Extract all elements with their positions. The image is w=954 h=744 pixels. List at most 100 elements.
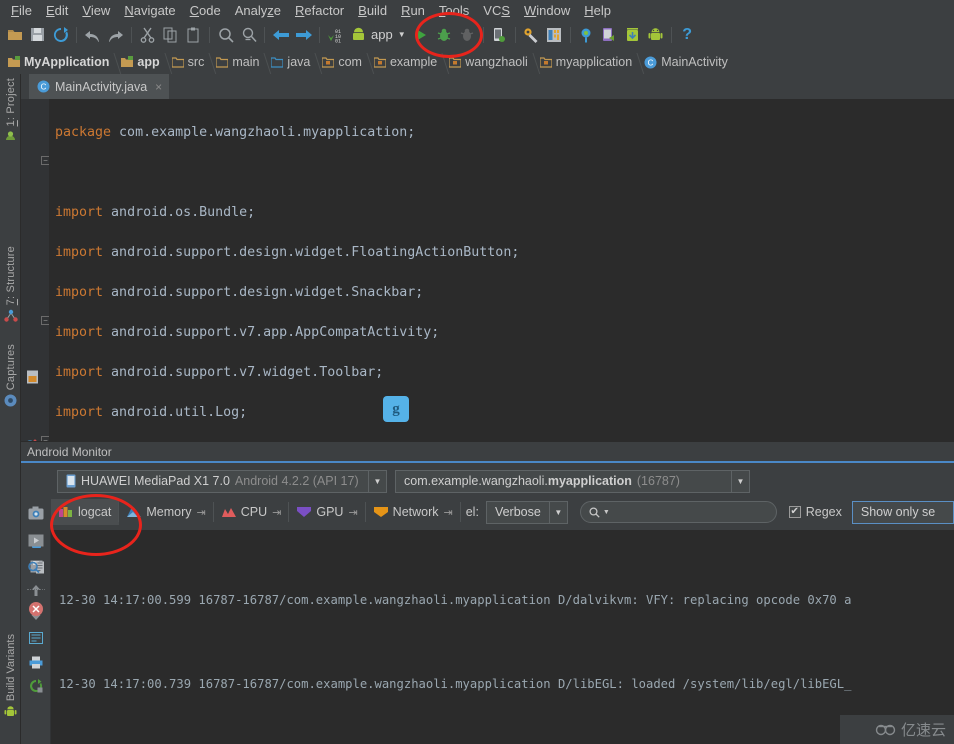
tab-cpu-label: CPU bbox=[240, 505, 268, 519]
layout-inspector-icon[interactable] bbox=[22, 554, 50, 582]
menu-tools[interactable]: Tools bbox=[432, 1, 476, 20]
search-everywhere-icon[interactable] bbox=[576, 24, 597, 45]
breadcrumb-label: wangzhaoli bbox=[465, 55, 528, 69]
chevron-down-icon[interactable]: ▼ bbox=[398, 30, 406, 39]
breadcrumb-item-mainactivity[interactable]: C MainActivity bbox=[640, 53, 736, 71]
sidebar-item-captures[interactable]: Captures bbox=[0, 344, 21, 407]
menu-code[interactable]: Code bbox=[183, 1, 228, 20]
breadcrumb-item-myapplication-pkg[interactable]: myapplication bbox=[536, 53, 640, 71]
detach-icon[interactable]: ⇥ bbox=[197, 506, 206, 519]
download-icon[interactable] bbox=[622, 24, 643, 45]
paste-icon[interactable] bbox=[183, 24, 204, 45]
sidebar-item-build-variants-label: Build Variants bbox=[4, 634, 17, 702]
project-structure-icon[interactable] bbox=[544, 24, 565, 45]
copy-icon[interactable] bbox=[160, 24, 181, 45]
menu-analyze[interactable]: Analyze bbox=[228, 1, 288, 20]
device-detail: Android 4.2.2 (API 17) bbox=[234, 474, 359, 488]
chevron-down-icon[interactable]: ▼ bbox=[603, 509, 610, 516]
menu-file[interactable]: File bbox=[4, 1, 39, 20]
menu-navigate[interactable]: Navigate bbox=[117, 1, 182, 20]
device-selector[interactable]: HUAWEI MediaPad X1 7.0 Android 4.2.2 (AP… bbox=[57, 469, 387, 493]
monitor-left-actions bbox=[22, 500, 50, 622]
menu-view[interactable]: View bbox=[75, 1, 117, 20]
process-name: com.example.wangzhaoli.myapplication bbox=[404, 474, 632, 488]
breadcrumb-item-com[interactable]: com bbox=[318, 53, 370, 71]
tab-network[interactable]: Network ⇥ bbox=[366, 499, 461, 525]
process-selector[interactable]: com.example.wangzhaoli.myapplication (16… bbox=[395, 469, 750, 493]
restart-icon[interactable] bbox=[21, 674, 51, 698]
resource-file-icon[interactable] bbox=[26, 370, 40, 384]
wrap-icon[interactable] bbox=[21, 626, 51, 650]
sync-icon[interactable] bbox=[50, 24, 71, 45]
menu-window[interactable]: Window bbox=[517, 1, 577, 20]
camera-icon[interactable] bbox=[22, 500, 50, 526]
editor-tab-mainactivity[interactable]: C MainActivity.java × bbox=[29, 74, 170, 99]
class-icon: C bbox=[644, 56, 657, 68]
replace-icon[interactable] bbox=[238, 24, 259, 45]
back-icon[interactable] bbox=[270, 24, 291, 45]
run-config-selector[interactable]: app ▼ bbox=[348, 24, 409, 45]
menu-help[interactable]: Help bbox=[577, 1, 618, 20]
regex-checkbox[interactable]: ✔ bbox=[788, 506, 801, 518]
breadcrumb-item-main[interactable]: main bbox=[212, 53, 267, 71]
sidebar-item-project[interactable]: 1: Project bbox=[0, 78, 21, 143]
screen-record-icon[interactable] bbox=[22, 526, 50, 554]
debug-icon[interactable] bbox=[434, 24, 455, 45]
logcat-output[interactable]: 12-30 14:17:00.599 16787-16787/com.examp… bbox=[51, 530, 954, 744]
sidebar-item-build-variants[interactable]: Build Variants bbox=[0, 634, 21, 718]
search-icon bbox=[589, 506, 600, 518]
sdk-manager-icon[interactable] bbox=[521, 24, 542, 45]
logcat-search-input[interactable]: ▼ bbox=[579, 501, 777, 523]
breadcrumb-item-app[interactable]: app bbox=[117, 53, 167, 71]
cut-icon[interactable] bbox=[137, 24, 158, 45]
breadcrumb-item-wangzhaoli[interactable]: wangzhaoli bbox=[445, 53, 536, 71]
breadcrumb-item-example[interactable]: example bbox=[370, 53, 445, 71]
save-all-icon[interactable] bbox=[27, 24, 48, 45]
sidebar-item-structure[interactable]: 7: Structure bbox=[0, 246, 21, 322]
print-icon[interactable] bbox=[21, 650, 51, 674]
gradle-sync-icon[interactable]: 01 10 01 bbox=[325, 24, 346, 45]
android-icon[interactable] bbox=[645, 24, 666, 45]
detach-icon[interactable]: ⇥ bbox=[272, 506, 281, 519]
log-level-selector[interactable]: Verbose ▼ bbox=[485, 500, 568, 524]
show-only-selected-button[interactable]: Show only se bbox=[851, 500, 954, 524]
tab-logcat[interactable]: logcat bbox=[51, 499, 120, 525]
open-folder-icon[interactable] bbox=[4, 24, 25, 45]
tab-gpu[interactable]: GPU ⇥ bbox=[289, 499, 366, 525]
run-icon[interactable] bbox=[411, 24, 432, 45]
breadcrumb-item-myapplication[interactable]: MyApplication bbox=[4, 53, 117, 71]
chevron-down-icon[interactable]: ▼ bbox=[368, 470, 386, 492]
detach-icon[interactable]: ⇥ bbox=[348, 506, 357, 519]
close-icon[interactable]: × bbox=[155, 80, 162, 94]
terminate-icon[interactable] bbox=[22, 596, 50, 622]
menu-vcs[interactable]: VCS bbox=[476, 1, 517, 20]
device-monitor-icon[interactable] bbox=[599, 24, 620, 45]
menu-build[interactable]: Build bbox=[351, 1, 394, 20]
chevron-down-icon[interactable]: ▼ bbox=[731, 470, 749, 492]
help-icon[interactable]: ? bbox=[677, 24, 698, 45]
menu-run[interactable]: Run bbox=[394, 1, 432, 20]
avd-manager-icon[interactable] bbox=[489, 24, 510, 45]
menu-refactor[interactable]: Refactor bbox=[288, 1, 351, 20]
breadcrumb-item-src[interactable]: src bbox=[168, 53, 213, 71]
breadcrumb-label: MainActivity bbox=[661, 55, 728, 69]
cloud-icon bbox=[875, 724, 896, 736]
chevron-down-icon[interactable]: ▼ bbox=[548, 501, 567, 523]
undo-icon[interactable] bbox=[82, 24, 103, 45]
editor-code-text[interactable]: package com.example.wangzhaoli.myapplica… bbox=[49, 99, 954, 441]
forward-icon[interactable] bbox=[293, 24, 314, 45]
find-icon[interactable] bbox=[215, 24, 236, 45]
sidebar-item-structure-label: 7: Structure bbox=[4, 246, 17, 306]
menu-edit[interactable]: Edit bbox=[39, 1, 75, 20]
detach-icon[interactable]: ⇥ bbox=[444, 506, 453, 519]
debug-attach-icon[interactable] bbox=[457, 24, 478, 45]
tab-cpu[interactable]: CPU ⇥ bbox=[214, 499, 290, 525]
logcat-search-field[interactable] bbox=[612, 505, 768, 519]
editor-gutter[interactable]: − − − bbox=[21, 99, 50, 441]
redo-icon[interactable] bbox=[105, 24, 126, 45]
breadcrumb-item-java[interactable]: java bbox=[267, 53, 318, 71]
regex-checkbox-group[interactable]: ✔ Regex bbox=[788, 505, 842, 519]
left-tool-window-bar: 1: Project 7: Structure Captures Build V… bbox=[0, 74, 21, 744]
tab-memory[interactable]: Memory ⇥ bbox=[119, 499, 215, 525]
breadcrumb: MyApplication app src main java com exam… bbox=[0, 50, 954, 74]
